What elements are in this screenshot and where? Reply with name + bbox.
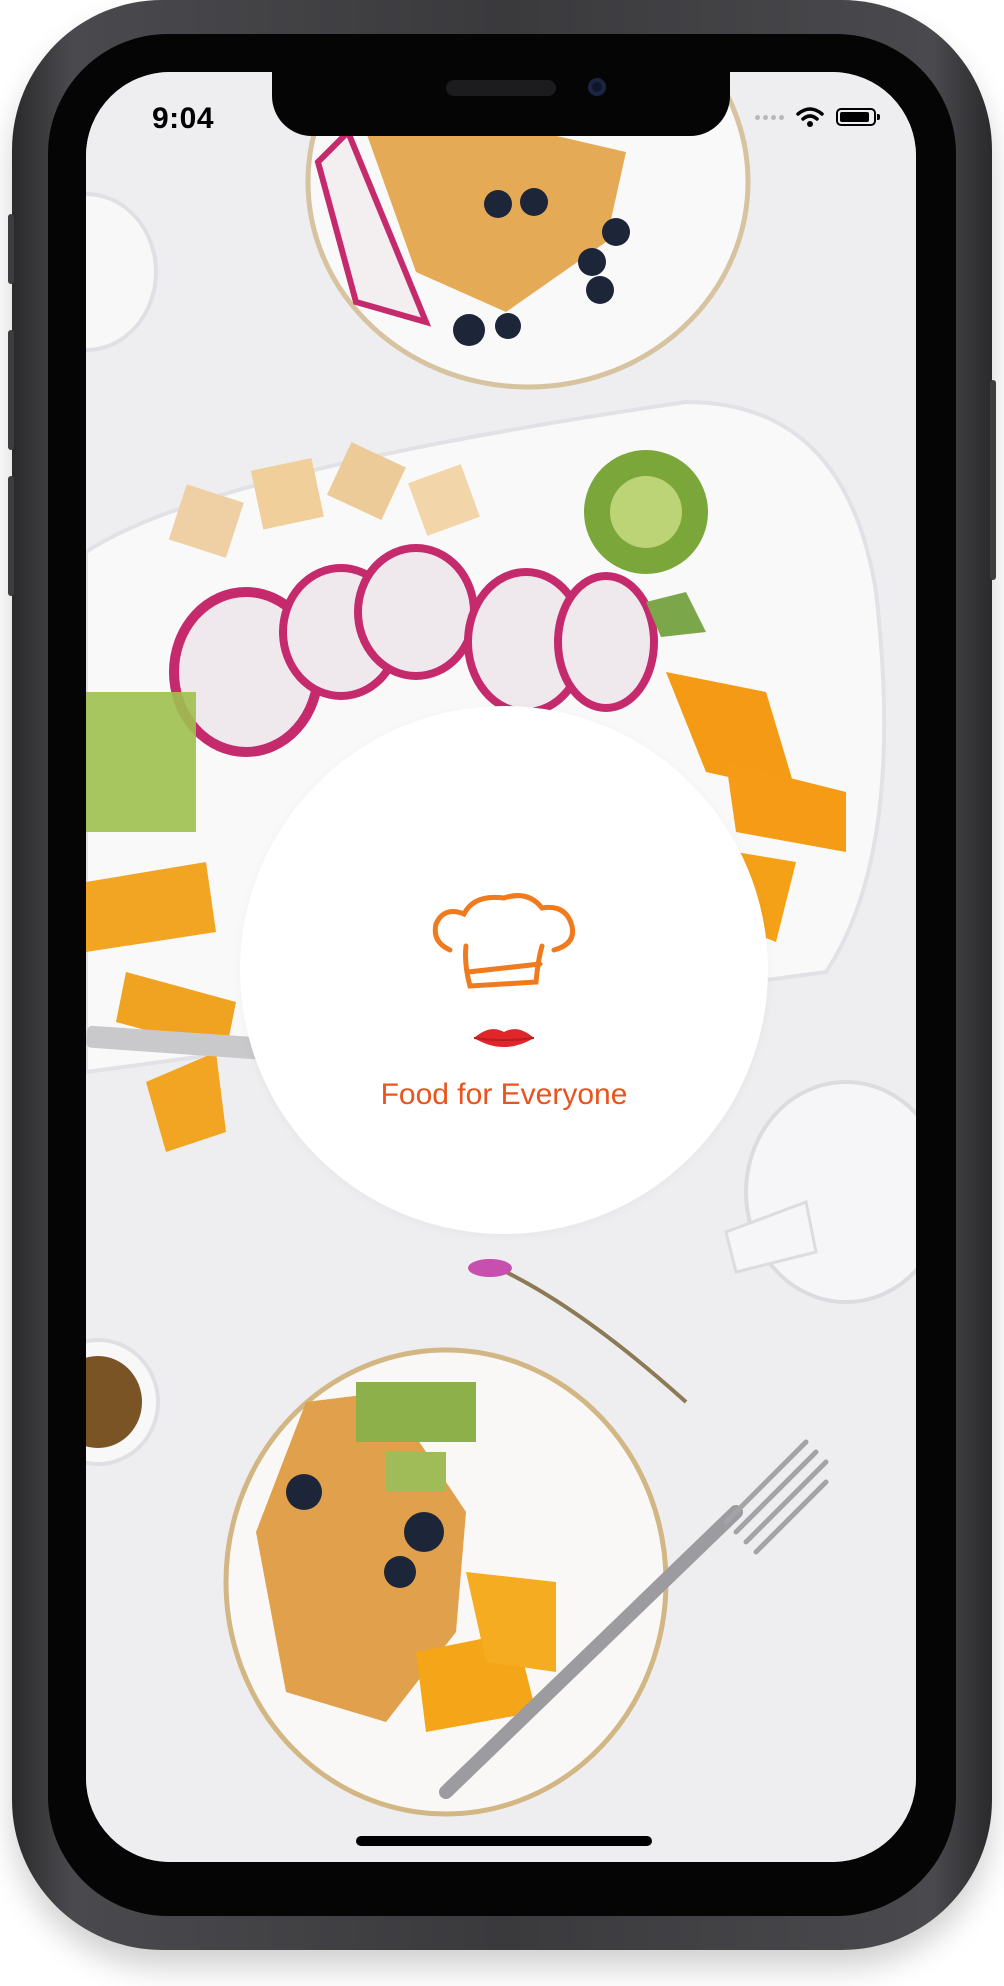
volume-up-button (8, 330, 14, 450)
status-icons (755, 106, 880, 128)
front-camera (588, 78, 606, 96)
splash-logo-circle: Food for Everyone (240, 706, 768, 1234)
battery-icon (836, 108, 880, 126)
power-button (990, 380, 996, 580)
bottom-plate-image (223, 1347, 669, 1817)
status-time: 9:04 (152, 102, 215, 135)
device-notch (272, 72, 730, 136)
home-indicator[interactable] (356, 1836, 652, 1846)
chef-hat-lips-logo-icon (432, 893, 576, 1047)
app-tagline: Food for Everyone (380, 1078, 628, 1111)
wifi-icon (796, 107, 824, 127)
cellular-signal-icon (755, 114, 784, 120)
battery-level (840, 112, 869, 122)
speaker-grille (446, 80, 556, 96)
volume-down-button (8, 476, 14, 596)
mute-switch (8, 214, 14, 284)
device-mockup: 9:04 Food for Everyone (0, 0, 1004, 1986)
app-screen: 9:04 Food for Everyone (86, 72, 916, 1862)
